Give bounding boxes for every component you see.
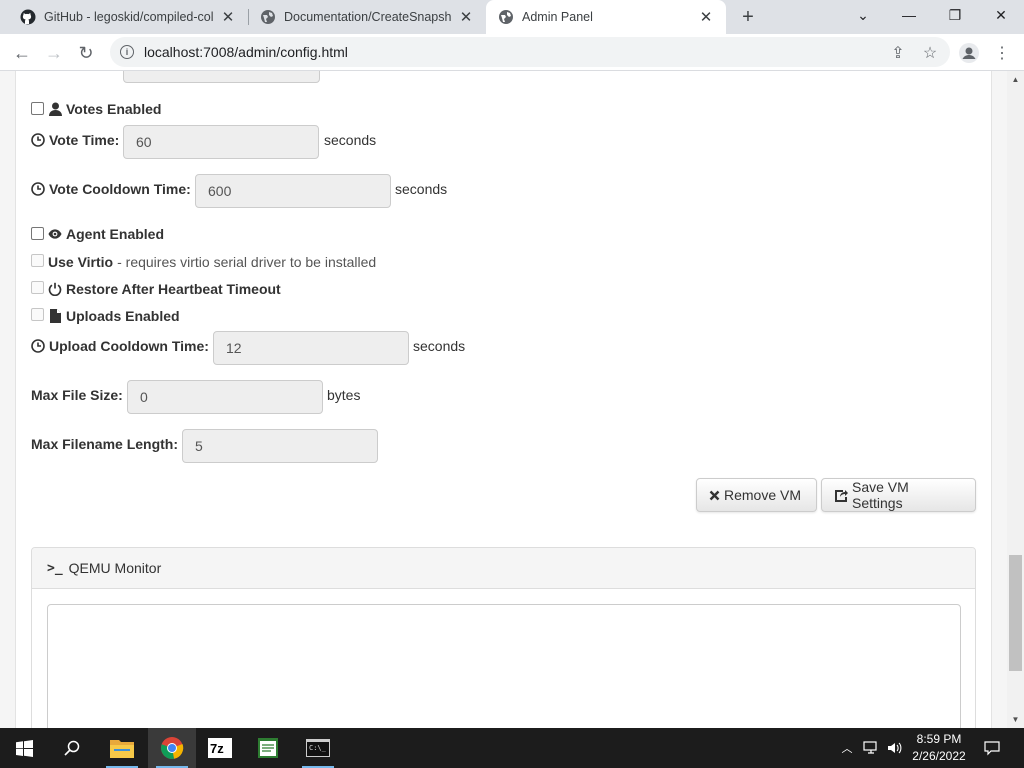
terminal-icon: C:\_	[306, 739, 330, 757]
vote-cooldown-label: Vote Cooldown Time:	[31, 179, 191, 199]
upload-cooldown-label: Upload Cooldown Time:	[31, 336, 209, 356]
clock-time: 8:59 PM	[916, 732, 962, 746]
vote-cooldown-unit: seconds	[395, 181, 448, 197]
qemu-monitor-panel: >_ QEMU Monitor	[31, 547, 976, 728]
github-icon	[20, 9, 36, 25]
tab-github[interactable]: GitHub - legoskid/compiled-colle ✕	[8, 0, 248, 34]
network-icon[interactable]	[860, 728, 882, 768]
use-virtio-note: - requires virtio serial driver to be in…	[117, 254, 377, 270]
restore-heartbeat-checkbox[interactable]	[31, 281, 44, 294]
upload-cooldown-unit: seconds	[413, 338, 466, 354]
tab-title: Documentation/CreateSnapshot	[284, 10, 452, 24]
scroll-thumb[interactable]	[1009, 555, 1022, 671]
tray-overflow-chevron-icon[interactable]: ︿	[838, 728, 856, 768]
clock-icon	[31, 182, 45, 196]
votes-enabled-checkbox[interactable]	[31, 102, 44, 115]
browser-toolbar: ← → ↻ i localhost:7008/admin/config.html…	[0, 34, 1024, 71]
start-button[interactable]	[0, 728, 48, 768]
minimize-button[interactable]: —	[886, 0, 932, 30]
reload-button[interactable]: ↻	[72, 39, 100, 67]
7zip-app[interactable]: 7z	[196, 728, 244, 768]
user-icon	[48, 102, 62, 116]
clock-icon	[31, 339, 45, 353]
close-tab-icon[interactable]: ✕	[458, 9, 474, 26]
max-filename-length-input[interactable]: 5	[182, 429, 378, 463]
save-vm-settings-button[interactable]: Save VM Settings	[821, 478, 976, 512]
vote-time-label: Vote Time:	[31, 130, 119, 150]
max-file-size-label: Max File Size:	[31, 387, 123, 403]
page-viewport: Votes Enabled Vote Time: 60 seconds Vote…	[0, 71, 1007, 728]
file-icon	[48, 309, 62, 323]
tab-search-chevron-icon[interactable]: ⌄	[840, 0, 886, 30]
file-explorer-icon	[110, 740, 134, 758]
file-explorer-app[interactable]	[98, 728, 146, 768]
taskbar-clock[interactable]: 8:59 PM 2/26/2022	[900, 731, 978, 765]
previous-setting-input[interactable]	[123, 71, 320, 83]
max-filename-length-label: Max Filename Length:	[31, 436, 179, 452]
forward-button[interactable]: →	[40, 39, 68, 67]
uploads-enabled-checkbox[interactable]	[31, 308, 44, 321]
7zip-icon: 7z	[208, 738, 232, 758]
remove-vm-button[interactable]: Remove VM	[696, 478, 817, 512]
notifications-icon[interactable]	[980, 728, 1004, 768]
restore-button[interactable]: ❐	[932, 0, 978, 30]
uploads-enabled-label: Uploads Enabled	[48, 306, 180, 326]
use-virtio-label: Use Virtio - requires virtio serial driv…	[48, 254, 377, 270]
notepad-app[interactable]	[244, 728, 292, 768]
windows-taskbar: 7z C:\_ ︿ 8:59 PM 2/26/2022	[0, 728, 1024, 768]
power-icon	[48, 282, 62, 296]
svg-text:7z: 7z	[210, 741, 224, 756]
restore-heartbeat-label: Restore After Heartbeat Timeout	[48, 279, 281, 299]
edit-share-icon	[834, 489, 848, 502]
max-file-size-input[interactable]: 0	[127, 380, 323, 414]
tab-documentation[interactable]: Documentation/CreateSnapshot ✕	[248, 0, 486, 34]
windows-logo-icon	[15, 739, 33, 757]
chrome-icon	[161, 737, 184, 759]
clock-date: 2/26/2022	[912, 749, 966, 763]
bookmark-star-icon[interactable]: ☆	[916, 39, 944, 67]
notepad-icon	[258, 738, 278, 758]
terminal-app[interactable]: C:\_	[294, 728, 342, 768]
share-icon[interactable]: ⇪	[884, 39, 912, 67]
eye-icon	[48, 227, 62, 241]
vote-time-input[interactable]: 60	[123, 125, 319, 159]
tab-title: GitHub - legoskid/compiled-colle	[44, 10, 214, 24]
agent-enabled-checkbox[interactable]	[31, 227, 44, 240]
svg-text:C:\_: C:\_	[309, 744, 327, 752]
chrome-app[interactable]	[148, 728, 196, 768]
max-file-size-unit: bytes	[327, 387, 361, 403]
upload-cooldown-input[interactable]: 12	[213, 331, 409, 365]
search-button[interactable]	[48, 728, 96, 768]
clock-icon	[31, 133, 45, 147]
terminal-prompt-icon: >_	[47, 560, 63, 576]
agent-enabled-label: Agent Enabled	[48, 224, 164, 244]
qemu-monitor-heading: >_ QEMU Monitor	[32, 548, 975, 589]
votes-enabled-label: Votes Enabled	[48, 99, 161, 119]
close-tab-icon[interactable]: ✕	[698, 9, 714, 26]
site-info-icon[interactable]: i	[120, 45, 134, 59]
vote-time-unit: seconds	[324, 132, 377, 148]
page-scrollbar[interactable]: ▲ ▼	[1007, 71, 1024, 728]
use-virtio-checkbox[interactable]	[31, 254, 44, 267]
vote-cooldown-input[interactable]: 600	[195, 174, 391, 208]
more-menu-icon[interactable]: ⋮	[988, 39, 1016, 67]
close-icon	[709, 490, 720, 501]
globe-icon	[498, 9, 514, 25]
browser-tab-strip: GitHub - legoskid/compiled-colle ✕ Docum…	[0, 0, 1024, 34]
back-button[interactable]: ←	[8, 39, 36, 67]
url-text: localhost:7008/admin/config.html	[144, 44, 348, 60]
globe-icon	[260, 9, 276, 25]
scroll-up-arrow-icon[interactable]: ▲	[1007, 71, 1024, 88]
address-bar[interactable]: i localhost:7008/admin/config.html	[110, 37, 950, 67]
tab-admin-panel[interactable]: Admin Panel ✕	[486, 0, 726, 34]
qemu-monitor-console[interactable]	[47, 604, 961, 728]
profile-avatar[interactable]	[955, 39, 983, 67]
search-icon	[64, 740, 80, 756]
new-tab-button[interactable]: +	[736, 5, 760, 29]
close-window-button[interactable]: ✕	[978, 0, 1024, 30]
scroll-down-arrow-icon[interactable]: ▼	[1007, 711, 1024, 728]
tab-title: Admin Panel	[522, 10, 593, 24]
close-tab-icon[interactable]: ✕	[220, 9, 236, 26]
